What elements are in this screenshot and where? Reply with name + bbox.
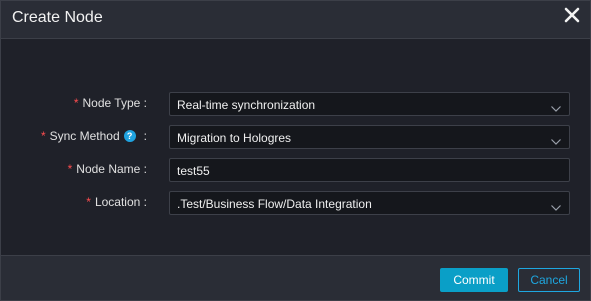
sync-method-label-text: Sync Method	[49, 129, 120, 143]
sync-method-colon: :	[143, 129, 147, 143]
node-name-row: * Node Name : test55	[1, 158, 590, 182]
chevron-down-icon	[551, 200, 561, 211]
close-icon[interactable]	[564, 7, 580, 23]
location-row: * Location : .Test/Business Flow/Data In…	[1, 191, 590, 215]
node-type-label: * Node Type :	[74, 96, 147, 110]
create-node-dialog: Create Node * Node Type : Real-time sync…	[0, 0, 591, 301]
sync-method-row: * Sync Method ? : Migration to Hologres	[1, 125, 590, 149]
commit-button[interactable]: Commit	[440, 268, 508, 292]
dialog-header: Create Node	[1, 1, 590, 39]
node-type-row: * Node Type : Real-time synchronization	[1, 92, 590, 116]
location-select[interactable]: .Test/Business Flow/Data Integration	[169, 191, 570, 215]
location-value: .Test/Business Flow/Data Integration	[177, 197, 372, 211]
node-name-value: test55	[177, 164, 210, 178]
dialog-title: Create Node	[12, 9, 103, 26]
node-name-label: * Node Name :	[68, 162, 147, 176]
chevron-down-icon	[551, 101, 561, 112]
node-type-value: Real-time synchronization	[177, 98, 316, 112]
node-name-input[interactable]: test55	[169, 158, 570, 182]
required-mark: *	[67, 162, 73, 176]
sync-method-value: Migration to Hologres	[177, 131, 292, 145]
location-label-text: Location :	[94, 195, 147, 209]
location-label: * Location :	[86, 195, 147, 209]
required-mark: *	[86, 195, 91, 209]
dialog-footer: Commit Cancel	[1, 255, 590, 300]
cancel-button[interactable]: Cancel	[518, 268, 580, 292]
node-type-label-text: Node Type :	[82, 96, 148, 110]
node-name-label-text: Node Name :	[76, 162, 147, 176]
help-icon[interactable]: ?	[123, 130, 136, 142]
required-mark: *	[73, 96, 79, 110]
required-mark: *	[40, 129, 46, 143]
sync-method-label: * Sync Method ? :	[41, 129, 147, 143]
node-type-select[interactable]: Real-time synchronization	[169, 92, 570, 116]
sync-method-select[interactable]: Migration to Hologres	[169, 125, 570, 149]
chevron-down-icon	[551, 134, 561, 145]
